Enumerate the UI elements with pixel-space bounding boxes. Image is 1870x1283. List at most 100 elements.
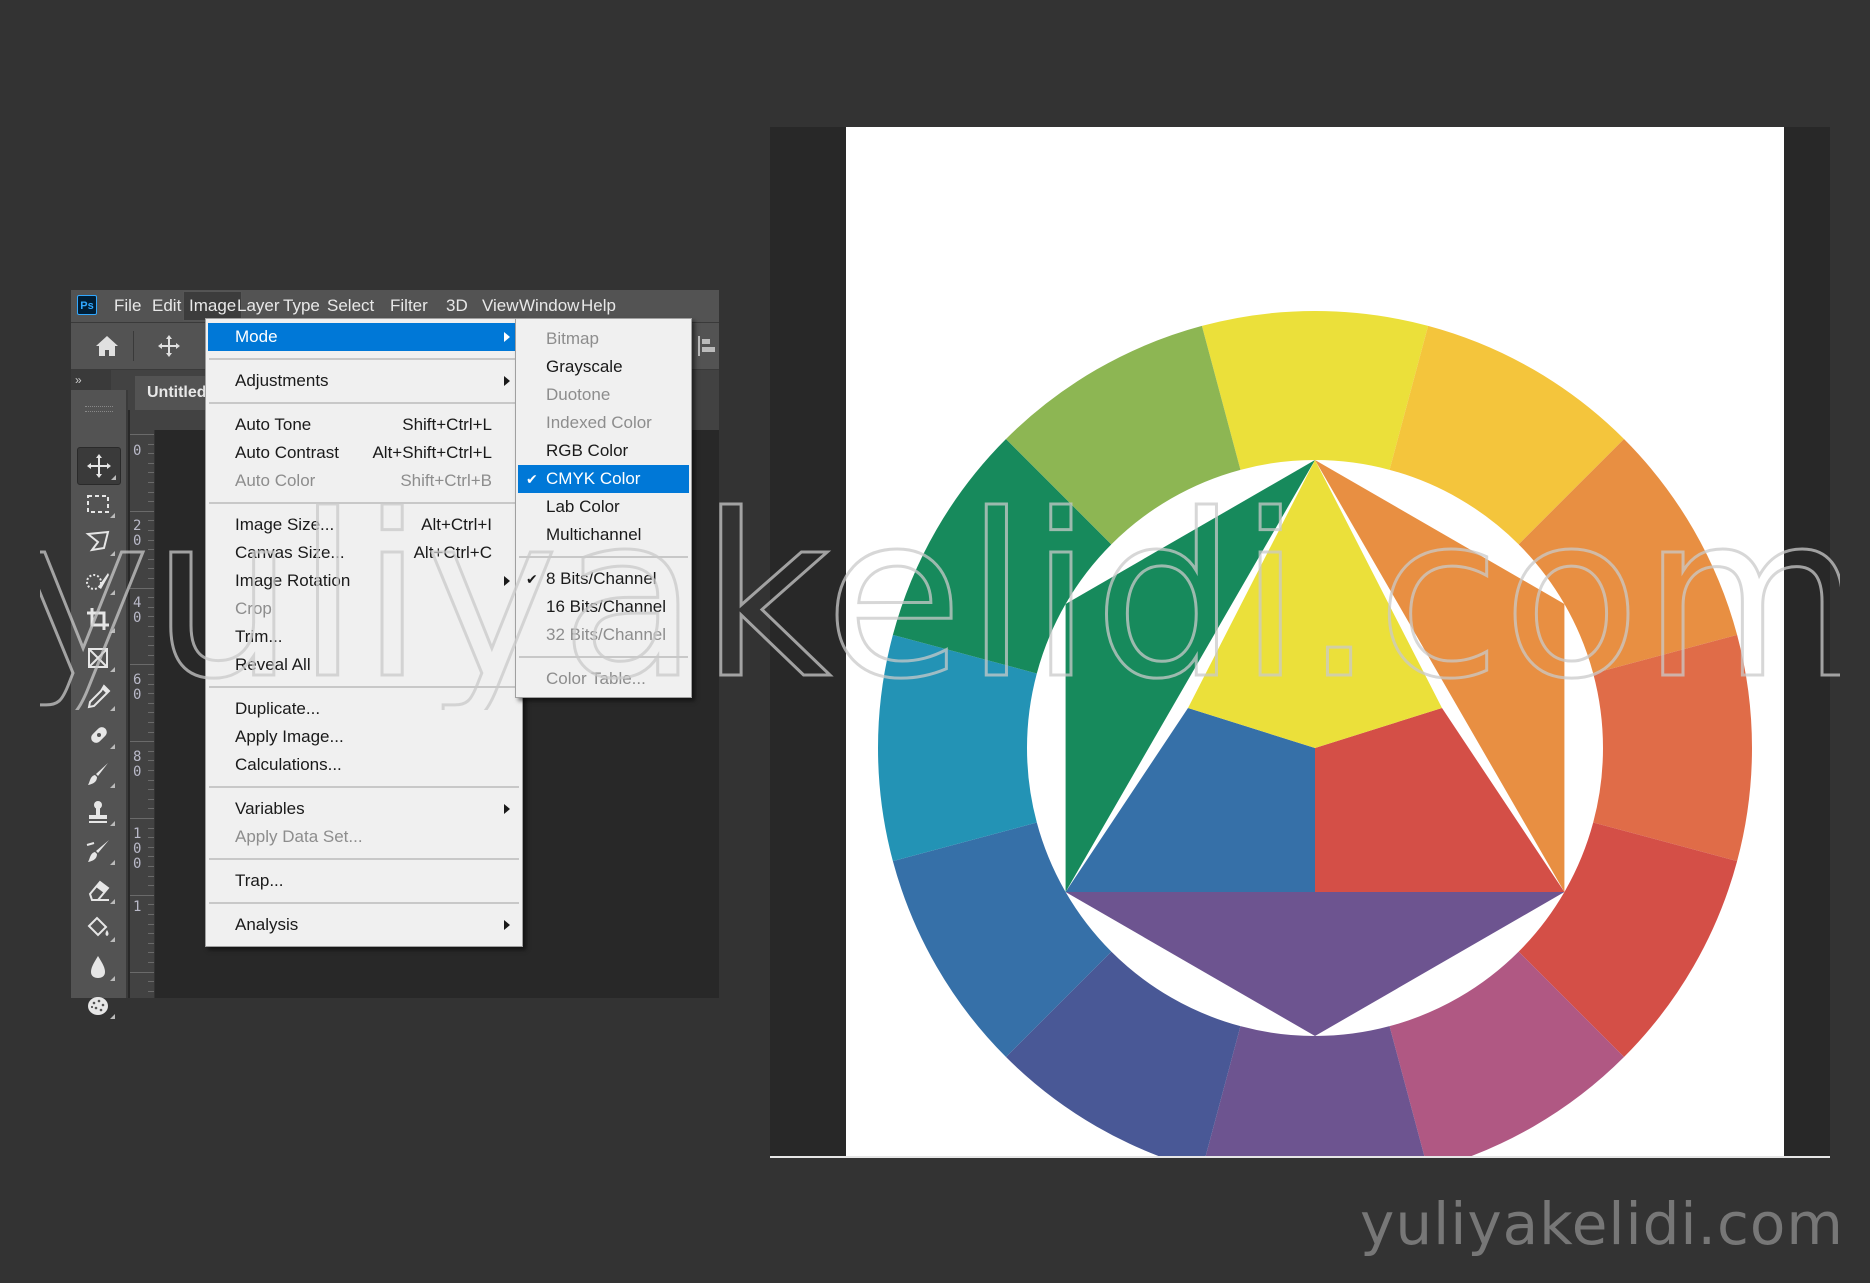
- menu-item-32-bits-channel[interactable]: 32 Bits/Channel: [518, 621, 689, 649]
- ruler-tick: [148, 702, 154, 704]
- menu-item-color-table[interactable]: Color Table...: [518, 665, 689, 693]
- menu-item-apply-image[interactable]: Apply Image...: [208, 723, 520, 751]
- menu-item-grayscale[interactable]: Grayscale: [518, 353, 689, 381]
- blur-tool[interactable]: [77, 949, 119, 985]
- ruler-tick: [148, 779, 154, 781]
- history-brush-tool[interactable]: [77, 833, 119, 869]
- menu-item-image-size[interactable]: Image Size... Alt+Ctrl+I: [208, 511, 520, 539]
- menu-separator: [209, 786, 519, 788]
- menu-item-8-bits-channel[interactable]: 8 Bits/Channel ✔: [518, 565, 689, 593]
- ruler-tick: [148, 616, 154, 618]
- menu-item-label: Apply Image...: [235, 727, 344, 746]
- ruler-tick: [148, 491, 154, 493]
- paint-bucket-tool[interactable]: [77, 910, 119, 946]
- frame-icon: [88, 648, 108, 668]
- menu-item-indexed-color[interactable]: Indexed Color: [518, 409, 689, 437]
- menu-item-label: Auto Tone: [235, 415, 312, 434]
- menu-item-adjustments[interactable]: Adjustments: [208, 367, 520, 395]
- quick-selection-icon: [86, 572, 109, 590]
- menu-item-shortcut: Alt+Ctrl+C: [413, 543, 492, 562]
- ruler-tick: [148, 568, 154, 570]
- menu-item-canvas-size[interactable]: Canvas Size... Alt+Ctrl+C: [208, 539, 520, 567]
- rectangular-marquee-icon: [87, 494, 109, 513]
- menu-item-label: Indexed Color: [546, 413, 652, 432]
- tools-panel: [71, 390, 128, 1020]
- menu-item-duplicate[interactable]: Duplicate...: [208, 695, 520, 723]
- menu-item-label: Mode: [235, 327, 278, 346]
- crop-tool[interactable]: [77, 601, 119, 637]
- rectangular-marquee-tool[interactable]: [77, 486, 119, 522]
- menu-item-image-rotation[interactable]: Image Rotation: [208, 567, 520, 595]
- move-icon: [87, 454, 111, 478]
- watermark-footer: yuliyakelidi.com: [1360, 1190, 1844, 1258]
- menu-item-label: Bitmap: [546, 329, 599, 348]
- menu-item-16-bits-channel[interactable]: 16 Bits/Channel: [518, 593, 689, 621]
- menu-item-multichannel[interactable]: Multichannel: [518, 521, 689, 549]
- color-wheel-segment: [1205, 1026, 1425, 1156]
- clone-stamp-tool[interactable]: [77, 794, 119, 830]
- submenu-arrow-icon: [504, 332, 510, 342]
- ruler-label: 0: [133, 443, 142, 459]
- panel-grip[interactable]: [85, 406, 113, 412]
- eraser-tool[interactable]: [77, 872, 119, 908]
- ruler-tick: [148, 597, 154, 599]
- ruler-tick: [148, 645, 154, 647]
- ruler-tick: [148, 962, 154, 963]
- menu-item-shortcut: Shift+Ctrl+L: [402, 415, 492, 434]
- menu-item-label: Apply Data Set...: [235, 827, 363, 846]
- menu-item-calculations[interactable]: Calculations...: [208, 751, 520, 779]
- frame-tool[interactable]: [77, 640, 119, 676]
- menu-item-reveal-all[interactable]: Reveal All: [208, 651, 520, 679]
- menu-item-label: Trap...: [235, 871, 284, 890]
- menu-item-cmyk-color[interactable]: CMYK Color ✔: [518, 465, 689, 493]
- ruler-tick: [148, 482, 154, 483]
- menu-item-auto-color[interactable]: Auto Color Shift+Ctrl+B: [208, 467, 520, 495]
- ruler-tick: [148, 462, 154, 464]
- menu-item-shortcut: Alt+Shift+Ctrl+L: [372, 443, 492, 462]
- color-wheel-segment: [878, 634, 1037, 862]
- menu-item-crop[interactable]: Crop: [208, 595, 520, 623]
- menu-item-auto-tone[interactable]: Auto Tone Shift+Ctrl+L: [208, 411, 520, 439]
- ruler-tick: [148, 520, 154, 522]
- ruler-tick: [148, 942, 154, 944]
- menu-item-duotone[interactable]: Duotone: [518, 381, 689, 409]
- eyedropper-tool[interactable]: [77, 679, 119, 715]
- home-icon[interactable]: [95, 335, 119, 357]
- divider: [133, 331, 134, 361]
- menu-item-bitmap[interactable]: Bitmap: [518, 325, 689, 353]
- menu-item-apply-data-set[interactable]: Apply Data Set...: [208, 823, 520, 851]
- healing-brush-icon: [91, 727, 107, 744]
- menu-file[interactable]: File: [109, 290, 146, 322]
- document-canvas: [846, 127, 1784, 1156]
- sponge-tool[interactable]: [77, 987, 119, 1023]
- ruler-tick: [148, 750, 154, 752]
- clone-stamp-icon: [89, 801, 107, 824]
- ruler-tick: [130, 894, 154, 896]
- healing-brush-tool[interactable]: [77, 717, 119, 753]
- quick-selection-tool[interactable]: [77, 563, 119, 599]
- menu-item-trim[interactable]: Trim...: [208, 623, 520, 651]
- menu-item-analysis[interactable]: Analysis: [208, 911, 520, 939]
- ruler-tick: [148, 952, 154, 954]
- canvas-border: [770, 1156, 1830, 1158]
- menu-edit[interactable]: Edit: [147, 290, 186, 322]
- ruler-tick: [148, 731, 154, 733]
- menu-item-variables[interactable]: Variables: [208, 795, 520, 823]
- menu-item-auto-contrast[interactable]: Auto Contrast Alt+Shift+Ctrl+L: [208, 439, 520, 467]
- lasso-icon: [85, 531, 110, 552]
- align-left-icon[interactable]: [697, 335, 717, 357]
- menu-item-rgb-color[interactable]: RGB Color: [518, 437, 689, 465]
- ruler-tick: [148, 904, 154, 906]
- ruler-tick: [148, 654, 154, 656]
- lasso-tool[interactable]: [77, 524, 119, 560]
- move-tool-icon[interactable]: [157, 334, 181, 358]
- collapse-panel-button[interactable]: »: [71, 370, 111, 390]
- brush-tool[interactable]: [77, 756, 119, 792]
- menu-item-label: RGB Color: [546, 441, 629, 460]
- menu-item-trap[interactable]: Trap...: [208, 867, 520, 895]
- ruler-tick: [148, 712, 154, 714]
- menu-item-lab-color[interactable]: Lab Color: [518, 493, 689, 521]
- move-tool[interactable]: [77, 447, 121, 485]
- ruler-tick: [148, 933, 154, 935]
- menu-item-mode[interactable]: Mode: [208, 323, 520, 351]
